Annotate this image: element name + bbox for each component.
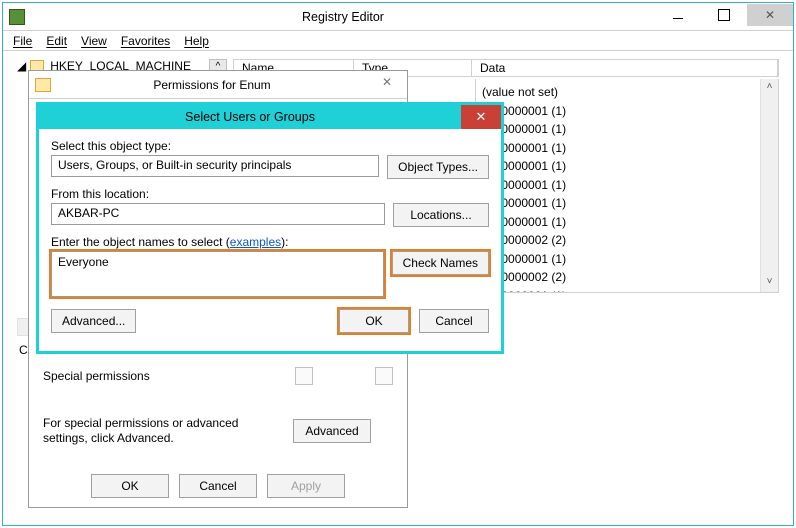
list-item[interactable]: (value not set) — [482, 83, 772, 102]
deny-checkbox[interactable] — [375, 367, 393, 385]
data-list: (value not set) 0x00000001 (1) 0x0000000… — [475, 79, 779, 293]
window-title: Registry Editor — [31, 10, 655, 24]
list-item[interactable]: 0x00000002 (2) — [482, 231, 772, 250]
menu-file[interactable]: File — [13, 34, 32, 48]
menu-edit[interactable]: Edit — [46, 34, 67, 48]
list-item[interactable]: 0x00000001 (1) — [482, 287, 772, 294]
minimize-button[interactable] — [655, 4, 701, 26]
list-item[interactable]: 0x00000001 (1) — [482, 213, 772, 232]
menu-view[interactable]: View — [81, 34, 107, 48]
folder-icon — [35, 78, 51, 92]
close-button[interactable] — [747, 4, 793, 26]
permissions-hint: For special permissions or advanced sett… — [43, 416, 273, 446]
check-names-button[interactable]: Check Names — [392, 251, 489, 275]
column-data[interactable]: Data — [472, 60, 778, 76]
permissions-apply-button[interactable]: Apply — [267, 474, 345, 498]
select-users-close-button[interactable]: ✕ — [461, 105, 501, 129]
select-ok-button[interactable]: OK — [339, 309, 409, 333]
data-scrollbar[interactable]: ˄ ˅ — [760, 79, 778, 292]
list-item[interactable]: 0x00000002 (2) — [482, 268, 772, 287]
list-item[interactable]: 0x00000001 (1) — [482, 139, 772, 158]
permissions-title: Permissions for Enum — [57, 78, 367, 92]
menubar: File Edit View Favorites Help — [3, 31, 793, 51]
permissions-advanced-button[interactable]: Advanced — [293, 419, 371, 443]
object-type-field[interactable]: Users, Groups, or Built-in security prin… — [51, 155, 379, 177]
object-names-label: Enter the object names to select (exampl… — [51, 235, 489, 249]
permissions-close-button[interactable]: ✕ — [367, 75, 407, 95]
permission-label: Special permissions — [43, 369, 150, 383]
list-item[interactable]: 0x00000001 (1) — [482, 194, 772, 213]
examples-link[interactable]: examples — [230, 235, 281, 249]
select-cancel-button[interactable]: Cancel — [419, 309, 489, 333]
select-users-title: Select Users or Groups — [39, 110, 461, 124]
list-item[interactable]: 0x00000001 (1) — [482, 120, 772, 139]
location-field[interactable]: AKBAR-PC — [51, 203, 385, 225]
scroll-up-icon[interactable]: ˄ — [761, 79, 778, 97]
object-names-label-suffix: ): — [281, 235, 288, 249]
locations-button[interactable]: Locations... — [393, 203, 489, 227]
list-item[interactable]: 0x00000001 (1) — [482, 102, 772, 121]
menu-favorites[interactable]: Favorites — [121, 34, 170, 48]
menu-help[interactable]: Help — [184, 34, 209, 48]
object-types-button[interactable]: Object Types... — [387, 155, 489, 179]
object-names-input[interactable]: Everyone — [51, 251, 384, 297]
permission-row-special: Special permissions — [43, 364, 393, 388]
object-type-label: Select this object type: — [51, 139, 489, 153]
select-advanced-button[interactable]: Advanced... — [51, 309, 136, 333]
maximize-button[interactable] — [701, 4, 747, 26]
list-item[interactable]: 0x00000001 (1) — [482, 157, 772, 176]
select-users-dialog: Select Users or Groups ✕ Select this obj… — [36, 102, 504, 354]
select-users-titlebar: Select Users or Groups ✕ — [39, 105, 501, 129]
allow-checkbox[interactable] — [295, 367, 313, 385]
permissions-titlebar: Permissions for Enum ✕ — [29, 71, 407, 99]
regedit-icon — [9, 9, 25, 25]
titlebar: Registry Editor — [3, 3, 793, 31]
list-item[interactable]: 0x00000001 (1) — [482, 250, 772, 269]
scroll-down-icon[interactable]: ˅ — [761, 274, 778, 292]
permissions-cancel-button[interactable]: Cancel — [179, 474, 257, 498]
permissions-ok-button[interactable]: OK — [91, 474, 169, 498]
location-label: From this location: — [51, 187, 489, 201]
window-controls — [655, 7, 793, 26]
caret-down-icon: ◢ — [17, 59, 26, 73]
list-item[interactable]: 0x00000001 (1) — [482, 176, 772, 195]
object-names-label-prefix: Enter the object names to select ( — [51, 235, 230, 249]
